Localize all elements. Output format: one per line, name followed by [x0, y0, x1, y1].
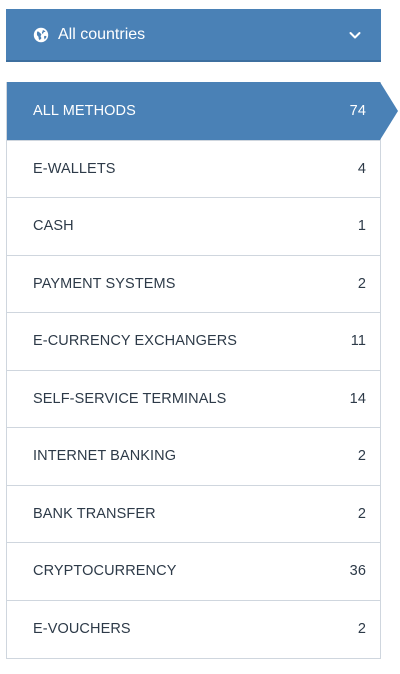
method-label: E-VOUCHERS: [33, 621, 131, 637]
method-item[interactable]: CASH 1: [7, 197, 380, 254]
method-count: 2: [357, 506, 366, 522]
chevron-down-icon[interactable]: [347, 27, 363, 43]
method-label: SELF-SERVICE TERMINALS: [33, 391, 227, 407]
method-count: 14: [349, 391, 366, 407]
country-select-label: All countries: [58, 25, 146, 43]
method-item[interactable]: BANK TRANSFER 2: [7, 485, 380, 542]
method-item[interactable]: E-WALLETS 4: [7, 140, 380, 197]
payment-methods-list: ALL METHODS 74 E-WALLETS 4 CASH 1 PAYMENT SYST…: [6, 82, 398, 659]
method-label: CASH: [33, 218, 74, 234]
method-count: 2: [357, 448, 366, 464]
method-item[interactable]: E-VOUCHERS 2: [7, 600, 380, 657]
method-item[interactable]: INTERNET BANKING 2: [7, 427, 380, 484]
method-count: 2: [357, 276, 366, 292]
method-item[interactable]: SELF-SERVICE TERMINALS 14: [7, 370, 380, 427]
globe-icon: [33, 27, 49, 43]
method-label: E-WALLETS: [33, 161, 116, 177]
method-label: PAYMENT SYSTEMS: [33, 276, 176, 292]
method-label: E-CURRENCY EXCHANGERS: [33, 333, 238, 349]
method-label: BANK TRANSFER: [33, 506, 156, 522]
method-label: CRYPTOCURRENCY: [33, 563, 177, 579]
country-select[interactable]: All countries: [6, 9, 381, 62]
active-indicator-arrow: [380, 82, 398, 140]
method-count: 2: [357, 621, 366, 637]
method-count: 1: [357, 218, 366, 234]
method-label: ALL METHODS: [33, 103, 136, 119]
method-count: 4: [357, 161, 366, 177]
method-item[interactable]: PAYMENT SYSTEMS 2: [7, 255, 380, 312]
method-count: 74: [349, 103, 366, 119]
method-count: 36: [349, 563, 366, 579]
method-item[interactable]: ALL METHODS 74: [7, 82, 398, 140]
method-item[interactable]: CRYPTOCURRENCY 36: [7, 542, 380, 599]
method-item[interactable]: E-CURRENCY EXCHANGERS 11: [7, 312, 380, 369]
method-count: 11: [350, 333, 366, 349]
method-label: INTERNET BANKING: [33, 448, 177, 464]
